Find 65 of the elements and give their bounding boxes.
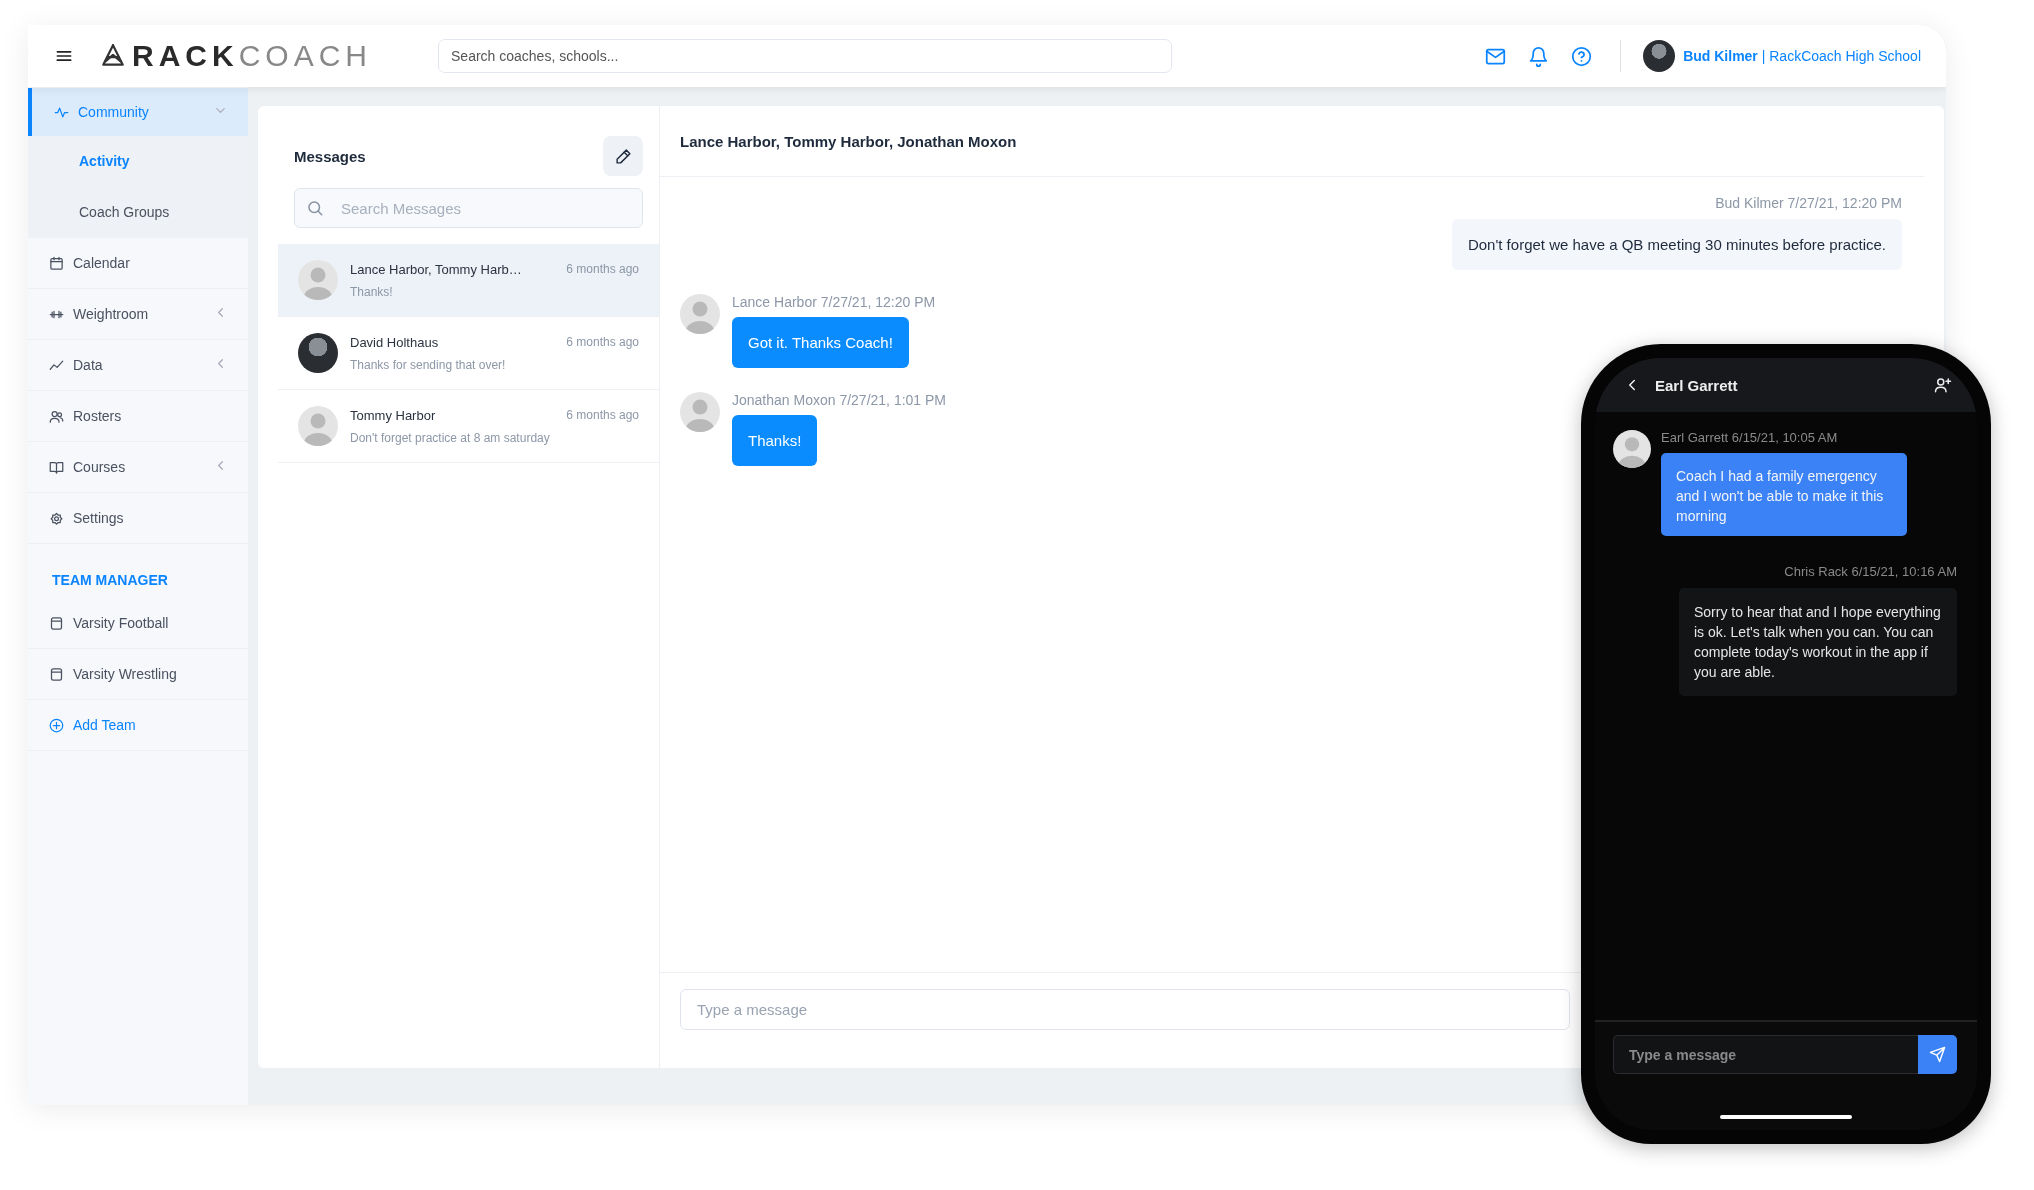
user-link[interactable]: Bud Kilmer | RackCoach High School bbox=[1683, 48, 1921, 64]
send-icon bbox=[1929, 1046, 1946, 1063]
team-item[interactable]: Varsity Football bbox=[28, 598, 248, 649]
add-person-icon[interactable] bbox=[1934, 376, 1952, 394]
search-icon bbox=[306, 199, 324, 217]
avatar-icon bbox=[298, 406, 338, 446]
clipboard-icon bbox=[49, 666, 64, 682]
message-input[interactable]: Type a message bbox=[1613, 1035, 1918, 1074]
clipboard-icon bbox=[49, 615, 64, 631]
help-icon[interactable] bbox=[1571, 45, 1593, 67]
nav-item[interactable]: Settings bbox=[28, 493, 248, 544]
panel-title: Messages bbox=[294, 147, 366, 165]
add-team-button[interactable]: Add Team bbox=[28, 700, 248, 751]
message-bubble: Got it. Thanks Coach! bbox=[732, 317, 909, 368]
timestamp: 6 months ago bbox=[566, 261, 639, 277]
message-bubble: Thanks! bbox=[732, 415, 818, 466]
message-meta: Jonathan Moxon 7/27/21, 1:01 PM bbox=[732, 392, 947, 408]
notification-bell-icon[interactable] bbox=[1528, 45, 1550, 67]
pencil-icon bbox=[614, 147, 632, 165]
settings-icon bbox=[49, 510, 64, 526]
avatar-photo bbox=[1643, 40, 1676, 72]
message-meta: Earl Garrett 6/15/21, 10:05 AM bbox=[1661, 430, 1839, 445]
avatar-icon bbox=[680, 294, 720, 334]
calendar-icon bbox=[49, 255, 64, 271]
message-meta: Bud Kilmer 7/27/21, 12:20 PM bbox=[1715, 195, 1902, 211]
send-button[interactable] bbox=[1918, 1035, 1957, 1074]
timestamp: 6 months ago bbox=[566, 334, 639, 350]
message-bubble: Coach I had a family emergency and I won't be able to make it this morning bbox=[1661, 453, 1907, 536]
chat-title: Earl Garrett bbox=[1655, 376, 1739, 394]
nav-item[interactable]: Weightroom bbox=[28, 289, 248, 340]
section-heading: TEAM MANAGER bbox=[51, 571, 169, 590]
pulse-icon bbox=[54, 104, 69, 120]
avatar-photo bbox=[298, 333, 338, 373]
timestamp: 6 months ago bbox=[566, 407, 639, 423]
message-bubble: Don't forget we have a QB meeting 30 minutes before practice. bbox=[1451, 219, 1902, 270]
search-field[interactable]: Search coaches, schools... bbox=[438, 39, 1172, 73]
people-icon bbox=[49, 408, 64, 424]
message-meta: Lance Harbor 7/27/21, 12:20 PM bbox=[732, 294, 936, 310]
nav-item[interactable]: Courses bbox=[28, 442, 248, 493]
contact-name: David Holthaus bbox=[350, 334, 439, 350]
message-preview: Thanks! bbox=[350, 284, 394, 299]
chat-title: Lance Harbor, Tommy Harbor, Jonathan Moxon bbox=[660, 106, 1924, 177]
compose-button[interactable] bbox=[603, 136, 643, 176]
logo-text: RACK COACH bbox=[132, 39, 372, 73]
conversation-item[interactable]: Lance Harbor, Tommy Harb… 6 months ago Thanks! bbox=[278, 244, 659, 317]
avatar-icon bbox=[680, 392, 720, 432]
nav-item[interactable]: Data bbox=[28, 340, 248, 391]
book-icon bbox=[49, 459, 64, 475]
conversation-item[interactable]: Tommy Harbor 6 months ago Don't forget practice at 8 am saturday bbox=[278, 390, 659, 463]
contact-name: Tommy Harbor bbox=[350, 407, 436, 423]
line-chart-icon bbox=[49, 357, 64, 373]
message-bubble: Sorry to hear that and I hope everything is ok. Let's talk when you can. You can complete today's workout in the app if you are able. bbox=[1679, 588, 1957, 696]
conversation-item[interactable]: David Holthaus 6 months ago Thanks for sending that over! bbox=[278, 317, 659, 390]
plus-circle-icon bbox=[49, 717, 64, 733]
message-preview: Don't forget practice at 8 am saturday bbox=[350, 430, 551, 445]
team-item[interactable]: Varsity Wrestling bbox=[28, 649, 248, 700]
nav-subitem[interactable]: Coach Groups bbox=[28, 187, 248, 238]
message-meta: Chris Rack 6/15/21, 10:16 AM bbox=[1784, 564, 1957, 579]
message-preview: Thanks for sending that over! bbox=[350, 357, 507, 372]
nav-item[interactable]: Calendar bbox=[28, 238, 248, 289]
search-field[interactable]: Search Messages bbox=[294, 188, 643, 228]
nav-item[interactable]: Rosters bbox=[28, 391, 248, 442]
contact-name: Lance Harbor, Tommy Harb… bbox=[350, 261, 522, 277]
avatar-icon bbox=[1613, 430, 1651, 468]
avatar-icon bbox=[298, 260, 338, 300]
